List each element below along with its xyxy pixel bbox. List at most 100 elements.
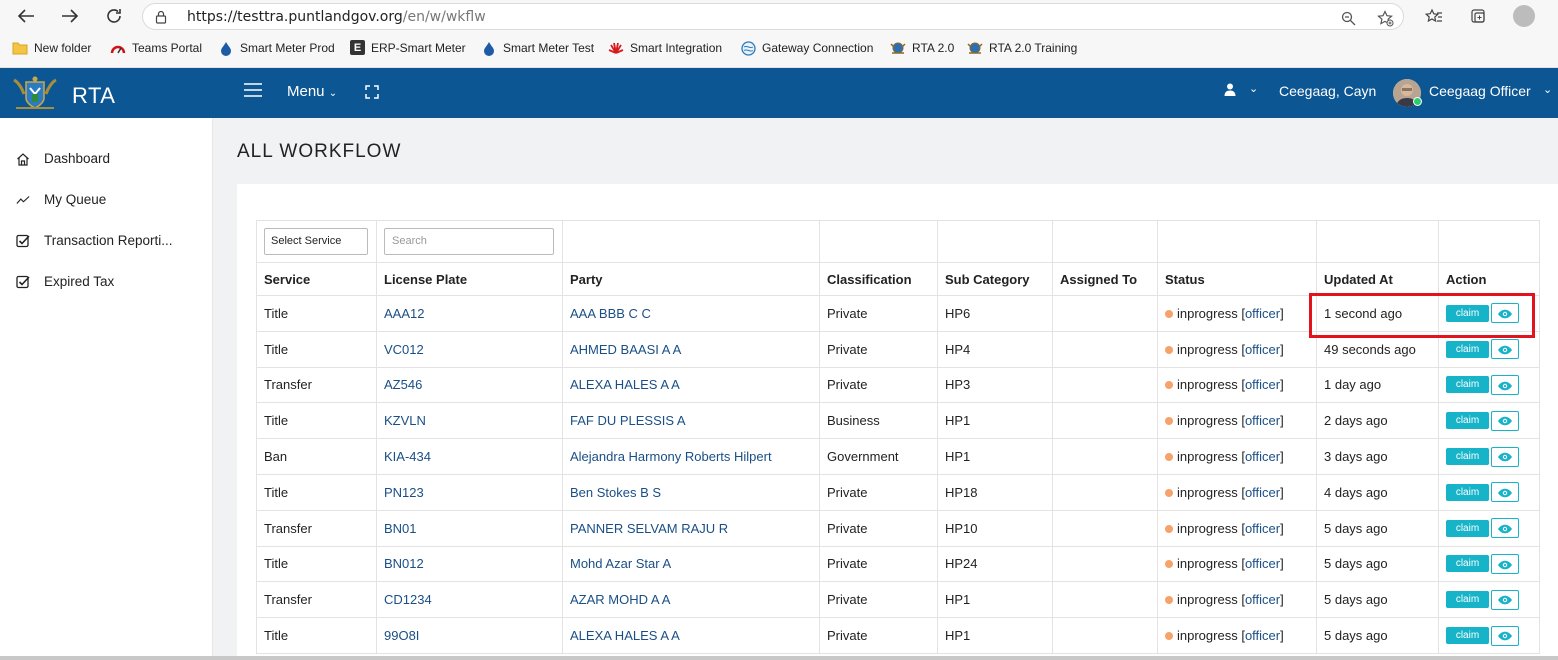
sidebar-item-dashboard[interactable]: Dashboard bbox=[16, 151, 110, 166]
user-name[interactable]: Ceegaag, Cayn bbox=[1279, 83, 1376, 99]
role-link[interactable]: officer bbox=[1245, 342, 1280, 357]
bookmark-erp-smart-meter[interactable]: E ERP-Smart Meter bbox=[350, 40, 466, 55]
refresh-button[interactable] bbox=[102, 4, 126, 28]
view-button[interactable] bbox=[1491, 518, 1519, 539]
license-plate-link[interactable]: VC012 bbox=[384, 342, 424, 357]
bookmark-teams-portal[interactable]: Teams Portal bbox=[110, 40, 202, 56]
horizontal-scrollbar[interactable] bbox=[0, 656, 1558, 660]
favorites-icon[interactable] bbox=[1423, 5, 1445, 27]
party-link[interactable]: ALEXA HALES A A bbox=[570, 377, 680, 392]
view-button[interactable] bbox=[1491, 410, 1519, 431]
hamburger-menu-icon[interactable] bbox=[244, 83, 262, 99]
table-row[interactable]: Transfer CD1234 AZAR MOHD A A Private HP1 inp… bbox=[256, 581, 1540, 619]
user-chevron-down-icon[interactable]: ⌄ bbox=[1249, 82, 1258, 95]
column-header[interactable]: Status bbox=[1157, 262, 1317, 296]
claim-button[interactable]: claim bbox=[1446, 555, 1489, 573]
claim-button[interactable]: claim bbox=[1446, 340, 1489, 358]
role-link[interactable]: officer bbox=[1245, 592, 1280, 607]
role-name[interactable]: Ceegaag Officer bbox=[1429, 83, 1531, 99]
party-link[interactable]: Mohd Azar Star A bbox=[570, 556, 671, 571]
license-plate-link[interactable]: KZVLN bbox=[384, 413, 426, 428]
claim-button[interactable]: claim bbox=[1446, 519, 1489, 537]
bookmark-rta-2-training[interactable]: RTA 2.0 Training bbox=[967, 40, 1077, 56]
view-button[interactable] bbox=[1491, 589, 1519, 610]
service-select[interactable]: Select Service bbox=[264, 228, 368, 255]
role-link[interactable]: officer bbox=[1245, 521, 1280, 536]
table-row[interactable]: Title KZVLN FAF DU PLESSIS A Business HP1 inp… bbox=[256, 402, 1540, 440]
table-row[interactable]: Title BN012 Mohd Azar Star A Private HP24 inp… bbox=[256, 545, 1540, 583]
bookmark-smart-integration[interactable]: Smart Integration bbox=[608, 40, 722, 56]
bookmark-new-folder[interactable]: New folder bbox=[12, 40, 91, 56]
search-input[interactable]: Search bbox=[384, 228, 554, 255]
party-link[interactable]: AHMED BAASI A A bbox=[570, 342, 681, 357]
role-link[interactable]: officer bbox=[1245, 556, 1280, 571]
sidebar-item-expired-tax[interactable]: Expired Tax bbox=[16, 274, 114, 289]
claim-button[interactable]: claim bbox=[1446, 448, 1489, 466]
column-header[interactable]: Party bbox=[562, 262, 820, 296]
table-row[interactable]: Transfer AZ546 ALEXA HALES A A Private HP3 in… bbox=[256, 366, 1540, 404]
column-header[interactable]: Service bbox=[256, 262, 377, 296]
back-button[interactable] bbox=[14, 4, 38, 28]
sidebar-item-my-queue[interactable]: My Queue bbox=[16, 192, 106, 207]
party-link[interactable]: AAA BBB C C bbox=[570, 306, 651, 321]
role-link[interactable]: officer bbox=[1245, 449, 1280, 464]
table-row[interactable]: Title PN123 Ben Stokes B S Private HP18 inpro… bbox=[256, 473, 1540, 511]
table-row[interactable]: Ban KIA-434 Alejandra Harmony Roberts Hilp… bbox=[256, 438, 1540, 475]
column-header[interactable]: Updated At bbox=[1316, 262, 1439, 296]
table-row[interactable]: Title VC012 AHMED BAASI A A Private HP4 inpro… bbox=[256, 330, 1540, 368]
column-header[interactable]: Assigned To bbox=[1052, 262, 1158, 296]
view-button[interactable] bbox=[1491, 374, 1519, 395]
view-button[interactable] bbox=[1491, 303, 1519, 324]
view-button[interactable] bbox=[1491, 482, 1519, 503]
brand-title[interactable]: RTA bbox=[72, 83, 115, 109]
party-link[interactable]: PANNER SELVAM RAJU R bbox=[570, 521, 728, 536]
bookmark-gateway-connection[interactable]: Gateway Connection bbox=[740, 40, 873, 56]
bookmark-smart-meter-prod[interactable]: Smart Meter Prod bbox=[218, 40, 335, 56]
bookmark-smart-meter-test[interactable]: Smart Meter Test bbox=[481, 40, 594, 56]
bookmark-rta-2[interactable]: RTA 2.0 bbox=[890, 40, 954, 56]
zoom-icon[interactable] bbox=[1339, 9, 1357, 27]
party-link[interactable]: Ben Stokes B S bbox=[570, 485, 661, 500]
role-chevron-down-icon[interactable]: ⌄ bbox=[1543, 83, 1552, 96]
table-row[interactable]: Transfer BN01 PANNER SELVAM RAJU R Private H… bbox=[256, 509, 1540, 547]
view-button[interactable] bbox=[1491, 625, 1519, 646]
menu-dropdown[interactable]: Menu ⌄ bbox=[287, 83, 337, 100]
party-link[interactable]: ALEXA HALES A A bbox=[570, 628, 680, 643]
license-plate-link[interactable]: BN01 bbox=[384, 521, 417, 536]
browser-profile-icon[interactable] bbox=[1513, 5, 1535, 27]
table-row[interactable]: Title 99O8I ALEXA HALES A A Private HP1 inpro… bbox=[256, 617, 1540, 654]
claim-button[interactable]: claim bbox=[1446, 412, 1489, 430]
fullscreen-icon[interactable] bbox=[365, 85, 379, 99]
claim-button[interactable]: claim bbox=[1446, 591, 1489, 609]
claim-button[interactable]: claim bbox=[1446, 627, 1489, 645]
view-button[interactable] bbox=[1491, 553, 1519, 574]
party-link[interactable]: FAF DU PLESSIS A bbox=[570, 413, 686, 428]
role-link[interactable]: officer bbox=[1245, 628, 1280, 643]
sidebar-item-transaction-reporting[interactable]: Transaction Reporti... bbox=[16, 233, 173, 248]
license-plate-link[interactable]: PN123 bbox=[384, 485, 424, 500]
address-bar[interactable]: https://testtra.puntlandgov.org/en/w/wkf… bbox=[142, 3, 1404, 30]
claim-button[interactable]: claim bbox=[1446, 304, 1489, 322]
license-plate-link[interactable]: AAA12 bbox=[384, 306, 424, 321]
user-icon[interactable] bbox=[1224, 83, 1236, 101]
license-plate-link[interactable]: CD1234 bbox=[384, 592, 432, 607]
view-button[interactable] bbox=[1491, 339, 1519, 360]
column-header[interactable]: License Plate bbox=[376, 262, 563, 296]
table-row[interactable]: Title AAA12 AAA BBB C C Private HP6 inprogres… bbox=[256, 295, 1540, 332]
add-favorite-icon[interactable] bbox=[1376, 9, 1394, 27]
view-button[interactable] bbox=[1491, 446, 1519, 467]
license-plate-link[interactable]: BN012 bbox=[384, 556, 424, 571]
column-header[interactable]: Classification bbox=[819, 262, 938, 296]
license-plate-link[interactable]: 99O8I bbox=[384, 628, 419, 643]
claim-button[interactable]: claim bbox=[1446, 376, 1489, 394]
forward-button[interactable] bbox=[58, 4, 82, 28]
claim-button[interactable]: claim bbox=[1446, 483, 1489, 501]
role-link[interactable]: officer bbox=[1245, 377, 1280, 392]
party-link[interactable]: Alejandra Harmony Roberts Hilpert bbox=[570, 449, 772, 464]
license-plate-link[interactable]: AZ546 bbox=[384, 377, 422, 392]
license-plate-link[interactable]: KIA-434 bbox=[384, 449, 431, 464]
collections-icon[interactable] bbox=[1467, 5, 1489, 27]
party-link[interactable]: AZAR MOHD A A bbox=[570, 592, 670, 607]
role-link[interactable]: officer bbox=[1245, 306, 1280, 321]
column-header[interactable]: Sub Category bbox=[937, 262, 1053, 296]
